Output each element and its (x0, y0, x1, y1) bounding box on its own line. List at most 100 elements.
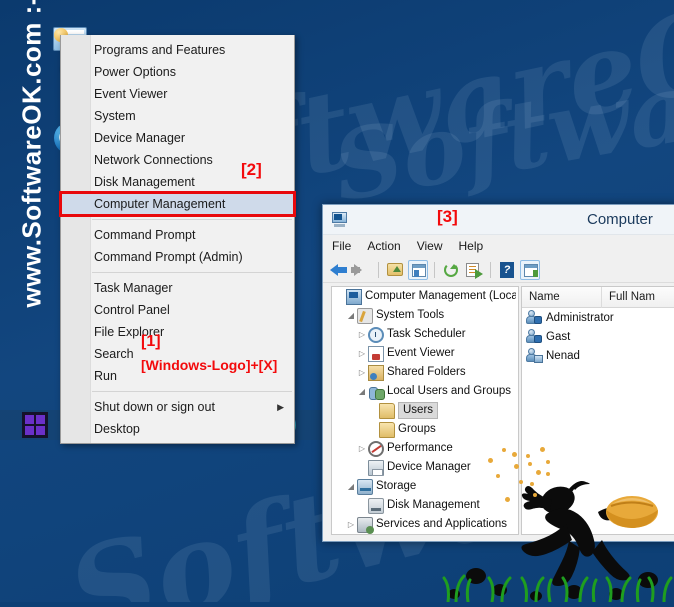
gold-dust (528, 462, 532, 466)
back-button[interactable] (329, 260, 349, 280)
menu-item-device-manager[interactable]: Device Manager (61, 127, 294, 149)
forward-button[interactable] (351, 260, 372, 280)
tree-node-task-scheduler[interactable]: ▷ Task Scheduler (332, 325, 518, 344)
winx-menu-items: Programs and Features Power Options Event … (59, 39, 296, 440)
menu-item-label: Network Connections (94, 153, 213, 167)
tree-expander-icon[interactable]: ◢ (345, 477, 357, 496)
menu-item-label: Run (94, 369, 117, 383)
show-hide-action-pane-button[interactable] (520, 259, 540, 280)
tree-expander-icon[interactable]: ▷ (356, 325, 368, 344)
tree-expander-icon[interactable]: ▷ (356, 344, 368, 363)
toolbar-separator (378, 261, 379, 278)
show-hide-console-tree-button[interactable] (408, 259, 428, 280)
tree-node-shared-folders[interactable]: ▷ Shared Folders (332, 363, 518, 382)
menu-item-file-explorer[interactable]: File Explorer (61, 321, 294, 343)
tree-node-device-manager[interactable]: Device Manager (332, 458, 518, 477)
tree-node-users[interactable]: Users (332, 401, 518, 420)
menu-item-command-prompt[interactable]: Command Prompt (61, 224, 294, 246)
tree-node-performance[interactable]: ▷ Performance (332, 439, 518, 458)
menu-separator (92, 219, 292, 220)
menu-help[interactable]: Help (459, 239, 484, 253)
tree-node-system-tools[interactable]: ◢ System Tools (332, 306, 518, 325)
menu-action[interactable]: Action (367, 239, 400, 253)
toolbar-separator (490, 261, 491, 278)
list-item[interactable]: Gast (522, 327, 674, 346)
window-titlebar[interactable]: Computer (323, 205, 674, 235)
tree-node-computer-management-local[interactable]: Computer Management (Local (332, 287, 518, 306)
tree-node-label: Device Manager (387, 461, 471, 473)
tree-node-label: Services and Applications (376, 518, 508, 530)
menu-item-label: Disk Management (94, 175, 195, 189)
toolbar[interactable]: ? (323, 257, 674, 283)
menu-item-system[interactable]: System (61, 105, 294, 127)
up-one-level-button[interactable] (385, 260, 405, 280)
tree-expander-icon[interactable]: ▷ (345, 515, 357, 534)
menu-item-label: Control Panel (94, 303, 170, 317)
tree-node-icon (368, 459, 384, 476)
menubar[interactable]: File Action View Help (323, 235, 674, 257)
gold-dust (512, 452, 517, 457)
tree-node-event-viewer[interactable]: ▷ Event Viewer (332, 344, 518, 363)
arrow-left-icon (330, 263, 347, 276)
tree-node-local-users-and-groups[interactable]: ◢ Local Users and Groups (332, 382, 518, 401)
refresh-button[interactable] (441, 260, 461, 280)
winx-context-menu[interactable]: Programs and Features Power Options Event … (59, 35, 296, 444)
menu-item-power-options[interactable]: Power Options (61, 61, 294, 83)
tree-node-icon (368, 497, 384, 514)
console-tree-panel[interactable]: Computer Management (Local ◢ System Tools ▷… (331, 286, 519, 535)
tree-node-icon (368, 384, 385, 400)
column-header-full-name[interactable]: Full Nam (602, 287, 674, 308)
annotation-step-1: [1] (141, 333, 161, 350)
menu-item-label: Command Prompt (Admin) (94, 250, 243, 264)
question-mark-icon: ? (500, 261, 514, 278)
menu-view[interactable]: View (417, 239, 443, 253)
user-disabled-icon (526, 329, 542, 344)
tree-node-icon (357, 307, 373, 324)
list-rows: Administrator Gast Nenad (522, 308, 674, 365)
tree-node-label: Disk Management (387, 499, 480, 511)
menu-item-event-viewer[interactable]: Event Viewer (61, 83, 294, 105)
results-list-panel[interactable]: Name Full Nam Administrator Gast Nenad (521, 286, 674, 535)
window-title: Computer (587, 211, 653, 228)
list-item[interactable]: Nenad (522, 346, 674, 365)
arrow-right-icon (351, 263, 362, 276)
tree-expander-icon[interactable]: ▷ (356, 363, 368, 382)
menu-item-programs-and-features[interactable]: Programs and Features (61, 39, 294, 61)
tree-node-storage[interactable]: ◢ Storage (332, 477, 518, 496)
menu-item-label: Power Options (94, 65, 176, 79)
user-disabled-icon (526, 310, 542, 325)
tree-node-label: Storage (376, 480, 417, 492)
tree-node-label: Event Viewer (387, 347, 455, 359)
menu-item-shut-down-or-sign-out[interactable]: Shut down or sign out ▶ (61, 396, 294, 418)
menu-item-desktop[interactable]: Desktop (61, 418, 294, 440)
menu-item-control-panel[interactable]: Control Panel (61, 299, 294, 321)
list-item[interactable]: Administrator (522, 308, 674, 327)
list-column-headers[interactable]: Name Full Nam (522, 287, 674, 308)
help-button[interactable]: ? (497, 260, 517, 280)
action-pane-icon (524, 263, 538, 277)
tree-node-label: Users (398, 402, 439, 419)
user-icon (526, 348, 543, 363)
menu-item-task-manager[interactable]: Task Manager (61, 277, 294, 299)
start-button[interactable] (12, 410, 58, 440)
tree-node-services-and-applications[interactable]: ▷ Services and Applications (332, 515, 518, 534)
tree-node-groups[interactable]: Groups (332, 420, 518, 439)
menu-item-computer-management[interactable]: Computer Management (59, 191, 296, 217)
menu-item-command-prompt-admin[interactable]: Command Prompt (Admin) (61, 246, 294, 268)
menu-separator (92, 391, 292, 392)
column-header-name[interactable]: Name (522, 287, 602, 308)
list-item-name: Nenad (546, 349, 580, 362)
export-list-button[interactable] (464, 260, 484, 280)
tree-expander-icon[interactable]: ▷ (356, 439, 368, 458)
tree-node-icon (368, 440, 384, 457)
menu-item-label: Search (94, 347, 134, 361)
menu-file[interactable]: File (332, 239, 351, 253)
tree-node-label: System Tools (376, 309, 445, 321)
tree-node-disk-management[interactable]: Disk Management (332, 496, 518, 515)
tree-expander-icon[interactable]: ◢ (345, 306, 357, 325)
computer-management-window[interactable]: Computer File Action View Help ? Compute… (322, 204, 674, 542)
export-list-icon (466, 262, 483, 279)
menu-item-label: Task Manager (94, 281, 173, 295)
tree-expander-icon[interactable]: ◢ (356, 382, 368, 401)
windows-logo-icon (22, 412, 48, 438)
